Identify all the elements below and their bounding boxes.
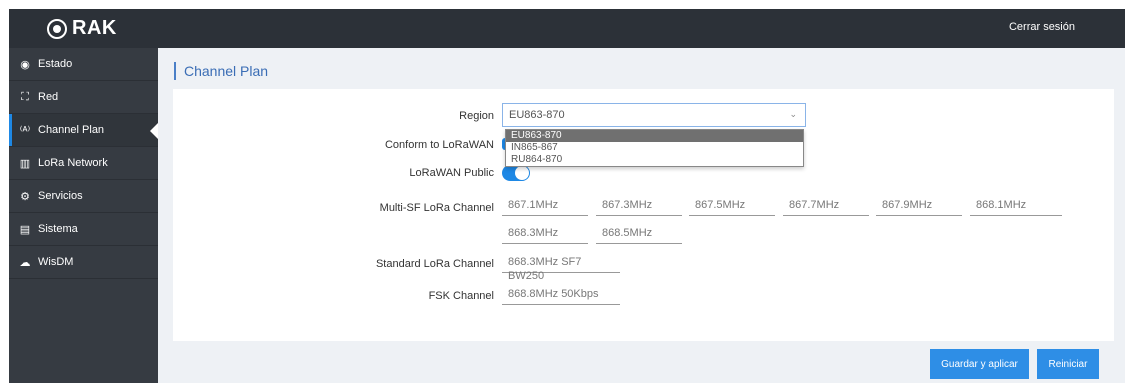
sidebar-item-estado[interactable]: ◉ Estado	[9, 48, 158, 81]
restart-button[interactable]: Reiniciar	[1037, 349, 1099, 379]
sidebar-item-label: Channel Plan	[38, 124, 105, 136]
save-apply-button[interactable]: Guardar y aplicar	[930, 349, 1029, 379]
dashboard-icon: ◉	[20, 58, 30, 71]
public-toggle[interactable]	[502, 165, 530, 181]
cloud-icon: ☁	[19, 256, 31, 269]
multisf-channel-input[interactable]: 867.7MHz	[783, 198, 869, 216]
sidebar: ◉ Estado ⛶ Red ⁽ᴬ⁾ Channel Plan ▥ LoRa N…	[9, 48, 158, 383]
multisf-channel-input[interactable]: 867.1MHz	[502, 198, 588, 216]
sidebar-item-label: Sistema	[38, 223, 78, 235]
multisf-channel-input[interactable]: 868.3MHz	[502, 226, 588, 244]
logo-text: RAK	[72, 17, 117, 39]
sidebar-item-servicios[interactable]: ⚙ Servicios	[9, 180, 158, 213]
system-list-icon: ▤	[19, 223, 31, 236]
rak-logo: RAK	[47, 17, 117, 40]
standard-label: Standard LoRa Channel	[375, 258, 494, 270]
top-bar: RAK Cerrar sesión	[9, 9, 1125, 48]
multisf-channel-input[interactable]: 868.1MHz	[970, 198, 1062, 216]
network-icon: ⛶	[21, 90, 29, 103]
region-label: Region	[459, 110, 494, 122]
antenna-icon: ⁽ᴬ⁾	[19, 124, 31, 137]
sidebar-item-label: Red	[38, 91, 59, 103]
sidebar-item-sistema[interactable]: ▤ Sistema	[9, 213, 158, 246]
fsk-label: FSK Channel	[428, 290, 494, 302]
sidebar-item-lora-network[interactable]: ▥ LoRa Network	[9, 147, 158, 180]
region-select[interactable]: EU863-870 ⌄	[502, 103, 806, 127]
region-option[interactable]: IN865-867	[506, 142, 803, 154]
logout-link[interactable]: Cerrar sesión	[1009, 21, 1075, 33]
rak-logo-icon	[47, 18, 67, 39]
sidebar-item-wisdm[interactable]: ☁ WisDM	[9, 246, 158, 279]
multisf-channel-input[interactable]: 867.9MHz	[876, 198, 962, 216]
sidebar-item-label: Estado	[38, 58, 73, 70]
chevron-down-icon: ⌄	[789, 109, 797, 119]
gears-icon: ⚙	[20, 190, 30, 203]
multisf-channel-input[interactable]: 867.3MHz	[596, 198, 682, 216]
region-option[interactable]: EU863-870	[506, 130, 803, 142]
standard-channel-input[interactable]: 868.3MHz SF7 BW250	[502, 255, 620, 282]
sidebar-item-label: LoRa Network	[38, 157, 108, 169]
sidebar-item-red[interactable]: ⛶ Red	[9, 81, 158, 114]
region-option[interactable]: RU864-870	[506, 154, 803, 166]
signal-bars-icon: ▥	[19, 157, 31, 170]
public-label: LoRaWAN Public	[409, 167, 494, 179]
multisf-label: Multi-SF LoRa Channel	[379, 202, 494, 214]
conform-label: Conform to LoRaWAN	[384, 139, 494, 151]
region-dropdown-list: EU863-870 IN865-867 RU864-870	[505, 129, 804, 167]
sidebar-item-label: Servicios	[38, 190, 83, 202]
multisf-channel-input[interactable]: 868.5MHz	[596, 226, 682, 244]
page-title: Channel Plan	[174, 62, 268, 80]
sidebar-item-label: WisDM	[38, 256, 74, 268]
multisf-channel-input[interactable]: 867.5MHz	[689, 198, 775, 216]
fsk-channel-input[interactable]: 868.8MHz 50Kbps	[502, 287, 620, 305]
sidebar-item-channel-plan[interactable]: ⁽ᴬ⁾ Channel Plan	[9, 114, 158, 147]
region-select-value: EU863-870	[509, 109, 565, 121]
